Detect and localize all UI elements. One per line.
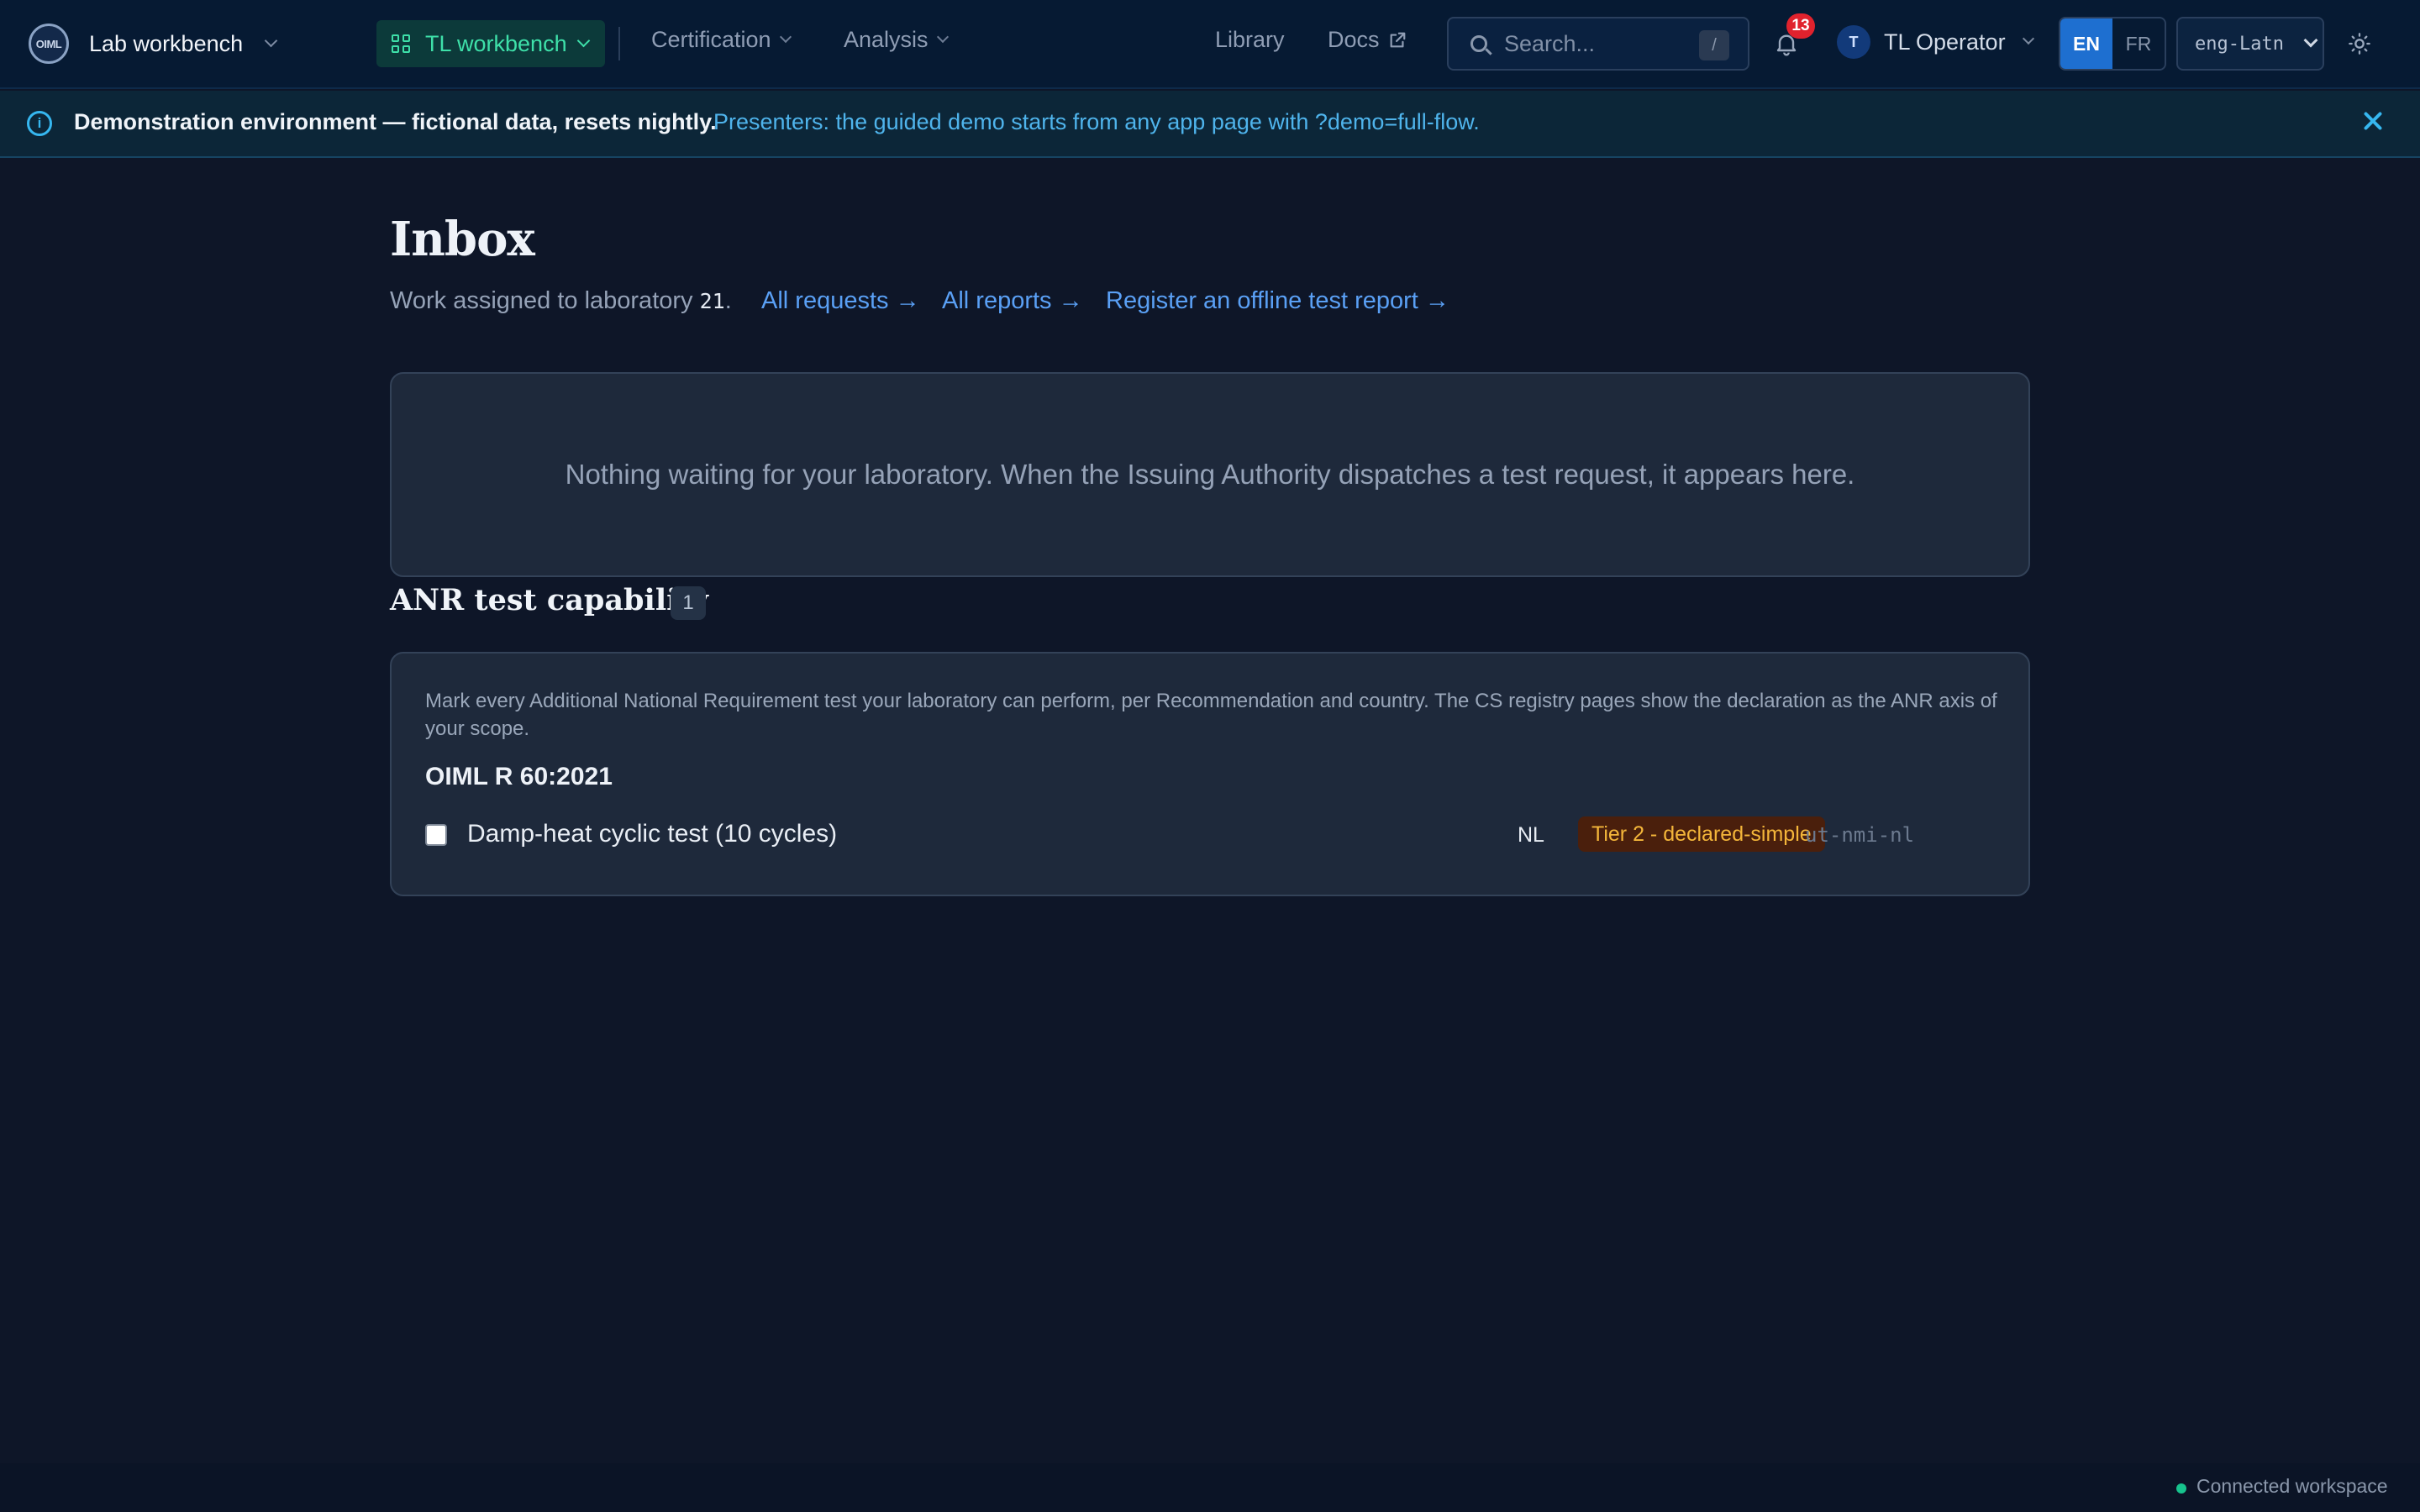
empty-state-message: Nothing waiting for your laboratory. Whe… [565,459,1855,490]
info-icon: i [27,111,52,136]
oiml-logo: OIML [29,24,69,64]
anr-description: Mark every Additional National Requireme… [425,690,1997,740]
workspace-status: Connected workspace [2196,1475,2388,1497]
anr-section-title: ANR test capability [390,583,708,617]
search-placeholder: Search... [1504,30,1596,56]
all-reports-link[interactable]: All reports → [942,287,1083,315]
search-input[interactable]: Search... / [1447,17,1749,71]
register-offline-report-link[interactable]: Register an offline test report → [1106,287,1449,315]
workbench-label: TL workbench [425,30,567,56]
chevron-down-icon [264,34,278,47]
brand-menu[interactable]: OIML Lab workbench [29,22,278,66]
chevron-down-icon [2303,33,2318,48]
status-dot-icon [2176,1483,2186,1494]
nmi-code: ut-nmi-nl [1805,823,1915,847]
user-menu[interactable]: T TL Operator [1837,25,2034,59]
search-shortcut-hint: / [1699,30,1729,60]
notifications-count-badge: 13 [1786,13,1815,39]
country-code: NL [1518,823,1544,847]
workbench-switcher-button[interactable]: TL workbench [376,20,605,67]
nav-docs-label: Docs [1328,27,1380,52]
lang-fr-button[interactable]: FR [2112,18,2165,69]
lang-en-button[interactable]: EN [2060,18,2112,69]
sun-icon[interactable] [2348,32,2371,55]
nav-certification-menu[interactable]: Certification [651,27,792,53]
external-link-icon [1390,32,1405,47]
all-requests-link[interactable]: All requests → [761,287,920,315]
language-toggle: EN FR [2059,17,2166,71]
nav-docs-link[interactable]: Docs [1328,27,1407,53]
chevron-down-icon [2022,32,2034,45]
top-navbar: OIML Lab workbench TL workbench Certific… [0,0,2420,89]
nav-analysis-menu[interactable]: Analysis [844,27,949,53]
nav-analysis-label: Analysis [844,27,929,52]
lab-number: 21 [699,289,725,313]
banner-message: Demonstration environment — fictional da… [74,109,717,134]
grid-icon [392,34,410,53]
list-item: Damp-heat cyclic test (10 cycles) NL Tie… [425,811,1998,858]
recommendation-title: OIML R 60:2021 [425,763,613,790]
anr-test-label[interactable]: Damp-heat cyclic test (10 cycles) [467,820,837,848]
anr-capability-card: Mark every Additional National Requireme… [390,652,2030,896]
chevron-down-icon [936,30,949,43]
page-title: Inbox [390,212,535,267]
avatar: T [1837,25,1870,59]
page-subtitle: Work assigned to laboratory 21. [390,287,732,315]
chevron-down-icon [779,30,792,43]
nav-library-link[interactable]: Library [1215,27,1285,53]
subtitle-period: . [724,287,732,314]
user-name: TL Operator [1884,29,2006,55]
chevron-down-icon [576,34,590,47]
subtitle-text: Work assigned to laboratory [390,287,693,314]
close-icon[interactable] [2358,106,2388,136]
nav-certification-label: Certification [651,27,771,52]
brand-name: Lab workbench [89,30,244,56]
script-select-value: eng-Latn [2195,33,2284,55]
anr-test-checkbox[interactable] [425,824,447,846]
inbox-empty-state: Nothing waiting for your laboratory. Whe… [390,372,2030,577]
anr-count-badge: 1 [671,586,706,620]
banner-demo-hint[interactable]: Presenters: the guided demo starts from … [713,109,1480,135]
nav-divider [618,27,620,60]
tier-badge: Tier 2 - declared-simple [1578,816,1825,852]
search-icon [1470,35,1487,52]
script-select[interactable]: eng-Latn [2176,17,2324,71]
status-footer: Connected workspace [0,1463,2420,1512]
demo-banner: i Demonstration environment — fictional … [0,91,2420,158]
